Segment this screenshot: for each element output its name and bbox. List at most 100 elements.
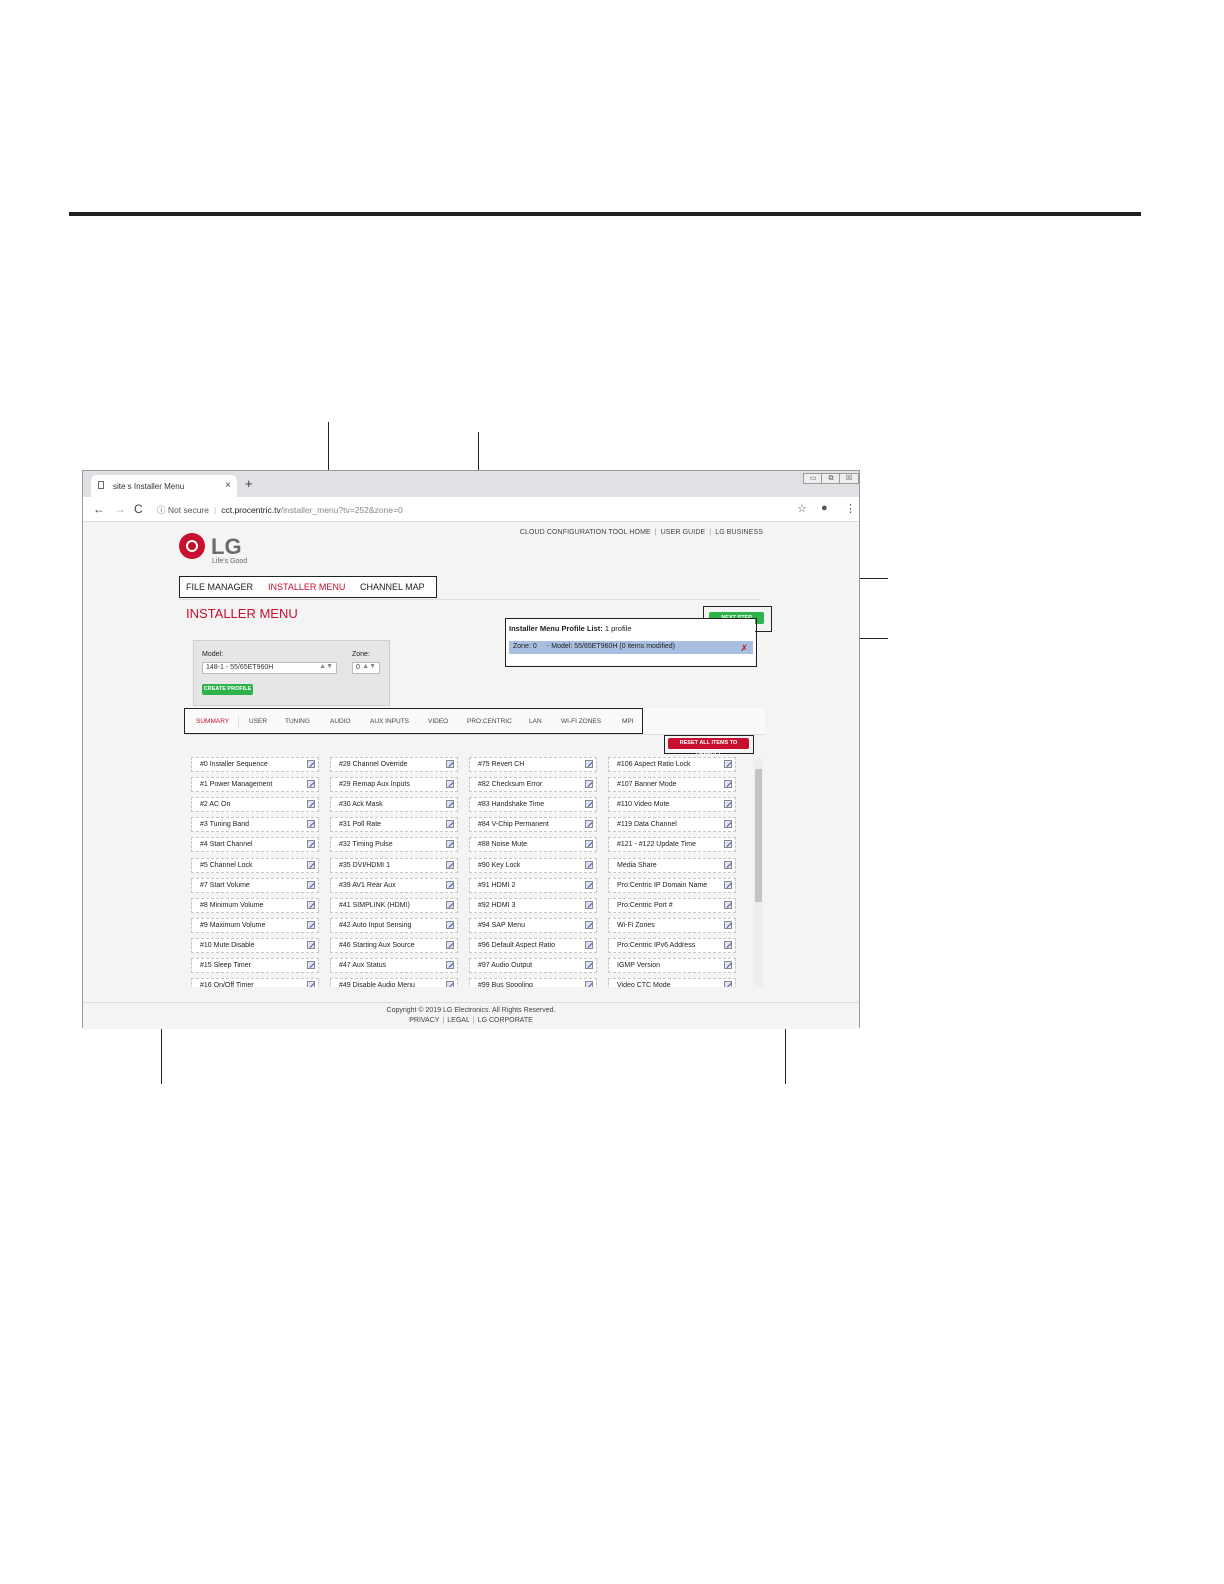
edit-icon[interactable]: [307, 920, 315, 929]
edit-icon[interactable]: [446, 820, 454, 829]
edit-icon[interactable]: [446, 800, 454, 809]
edit-icon[interactable]: [585, 880, 593, 889]
settings-item[interactable]: Pro:Centric Port #: [608, 897, 736, 913]
profile-row[interactable]: Zone: 0 - Model: 55/65ET960H (0 items mo…: [509, 641, 753, 654]
edit-icon[interactable]: [307, 760, 315, 768]
settings-item[interactable]: #10 Mute Disable: [191, 937, 319, 953]
scrollbar[interactable]: [754, 759, 763, 987]
settings-item[interactable]: Wi-Fi Zones: [608, 917, 736, 933]
settings-item[interactable]: #84 V-Chip Permanent: [469, 817, 597, 833]
settings-item[interactable]: #42 Auto Input Sensing: [330, 917, 458, 933]
edit-icon[interactable]: [307, 860, 315, 869]
edit-icon[interactable]: [724, 880, 732, 889]
create-profile-button[interactable]: CREATE PROFILE: [202, 684, 253, 695]
edit-icon[interactable]: [307, 961, 315, 969]
settings-item[interactable]: #97 Audio Output: [469, 958, 597, 973]
settings-item[interactable]: Video CTC Mode: [608, 978, 736, 987]
settings-item[interactable]: #29 Remap Aux Inputs: [330, 777, 458, 793]
edit-icon[interactable]: [724, 981, 732, 987]
edit-icon[interactable]: [446, 920, 454, 929]
close-icon[interactable]: ×: [225, 480, 231, 491]
edit-icon[interactable]: [446, 940, 454, 949]
link-privacy[interactable]: PRIVACY: [409, 1017, 439, 1024]
reload-icon[interactable]: C: [134, 502, 143, 516]
browser-tab[interactable]: site s Installer Menu ×: [91, 475, 237, 497]
settings-item[interactable]: #5 Channel Lock: [191, 857, 319, 873]
link-legal[interactable]: LEGAL: [447, 1017, 470, 1024]
edit-icon[interactable]: [724, 920, 732, 929]
edit-icon[interactable]: [585, 981, 593, 987]
settings-item[interactable]: #3 Tuning Band: [191, 817, 319, 833]
edit-icon[interactable]: [307, 940, 315, 949]
settings-item[interactable]: #28 Channel Override: [330, 757, 458, 772]
edit-icon[interactable]: [446, 900, 454, 909]
edit-icon[interactable]: [585, 900, 593, 909]
settings-item[interactable]: #121 - #122 Update Time: [608, 837, 736, 853]
star-icon[interactable]: ☆: [797, 502, 807, 515]
edit-icon[interactable]: [724, 820, 732, 829]
settings-item[interactable]: #107 Banner Mode: [608, 777, 736, 793]
settings-item[interactable]: #106 Aspect Ratio Lock: [608, 757, 736, 772]
edit-icon[interactable]: [307, 840, 315, 849]
edit-icon[interactable]: [585, 860, 593, 869]
settings-item[interactable]: #30 Ack Mask: [330, 797, 458, 813]
settings-item[interactable]: Pro:Centric IPv6 Address: [608, 937, 736, 953]
maximize-icon[interactable]: ⧉: [821, 473, 841, 484]
edit-icon[interactable]: [724, 840, 732, 849]
settings-item[interactable]: #92 HDMI 3: [469, 897, 597, 913]
edit-icon[interactable]: [724, 940, 732, 949]
model-select[interactable]: 148-1 - 55/65ET960H ▲▼: [202, 662, 337, 674]
edit-icon[interactable]: [585, 820, 593, 829]
edit-icon[interactable]: [724, 780, 732, 789]
edit-icon[interactable]: [446, 961, 454, 969]
new-tab-icon[interactable]: +: [245, 476, 253, 491]
info-icon[interactable]: ⓘ: [157, 505, 166, 515]
edit-icon[interactable]: [585, 840, 593, 849]
edit-icon[interactable]: [585, 760, 593, 768]
url-field[interactable]: ⓘ Not secure | cct.procentric.tv/installer…: [157, 504, 403, 516]
reset-all-button[interactable]: RESET ALL ITEMS TO DEFAULT: [668, 738, 749, 757]
settings-item[interactable]: #39 AV1 Rear Aux: [330, 877, 458, 893]
settings-item[interactable]: #96 Default Aspect Ratio: [469, 937, 597, 953]
window-close-icon[interactable]: ☒: [839, 473, 859, 484]
settings-item[interactable]: #83 Handshake Time: [469, 797, 597, 813]
link-cct-home[interactable]: CLOUD CONFIGURATION TOOL HOME: [520, 529, 651, 536]
edit-icon[interactable]: [307, 800, 315, 809]
edit-icon[interactable]: [307, 820, 315, 829]
settings-item[interactable]: #4 Start Channel: [191, 837, 319, 853]
edit-icon[interactable]: [585, 940, 593, 949]
edit-icon[interactable]: [585, 961, 593, 969]
settings-item[interactable]: #46 Starting Aux Source: [330, 937, 458, 953]
settings-item[interactable]: Pro:Centric IP Domain Name: [608, 877, 736, 893]
settings-item[interactable]: #1 Power Management: [191, 777, 319, 793]
forward-icon[interactable]: →: [114, 502, 126, 516]
scrollbar-thumb[interactable]: [755, 769, 762, 902]
settings-item[interactable]: #90 Key Lock: [469, 857, 597, 873]
edit-icon[interactable]: [724, 760, 732, 768]
settings-item[interactable]: #15 Sleep Timer: [191, 958, 319, 973]
edit-icon[interactable]: [446, 840, 454, 849]
settings-item[interactable]: #75 Revert CH: [469, 757, 597, 772]
edit-icon[interactable]: [446, 981, 454, 987]
back-icon[interactable]: ←: [93, 502, 105, 516]
settings-item[interactable]: Media Share: [608, 857, 736, 873]
delete-icon[interactable]: ✗: [740, 643, 748, 654]
edit-icon[interactable]: [724, 900, 732, 909]
edit-icon[interactable]: [446, 780, 454, 789]
settings-item[interactable]: #31 Poll Rate: [330, 817, 458, 833]
settings-item[interactable]: #9 Maximum Volume: [191, 917, 319, 933]
settings-item[interactable]: IGMP Version: [608, 958, 736, 973]
zone-select[interactable]: 0 ▲▼: [352, 662, 380, 674]
menu-icon[interactable]: ⋮: [845, 502, 856, 515]
edit-icon[interactable]: [585, 920, 593, 929]
settings-item[interactable]: #0 Installer Sequence: [191, 757, 319, 772]
settings-item[interactable]: #110 Video Mute: [608, 797, 736, 813]
settings-item[interactable]: #88 Noise Mute: [469, 837, 597, 853]
edit-icon[interactable]: [446, 880, 454, 889]
nav-channel-map[interactable]: CHANNEL MAP: [360, 582, 425, 592]
settings-item[interactable]: #94 SAP Menu: [469, 917, 597, 933]
minimize-icon[interactable]: ▭: [803, 473, 823, 484]
edit-icon[interactable]: [724, 800, 732, 809]
edit-icon[interactable]: [307, 880, 315, 889]
edit-icon[interactable]: [307, 780, 315, 789]
